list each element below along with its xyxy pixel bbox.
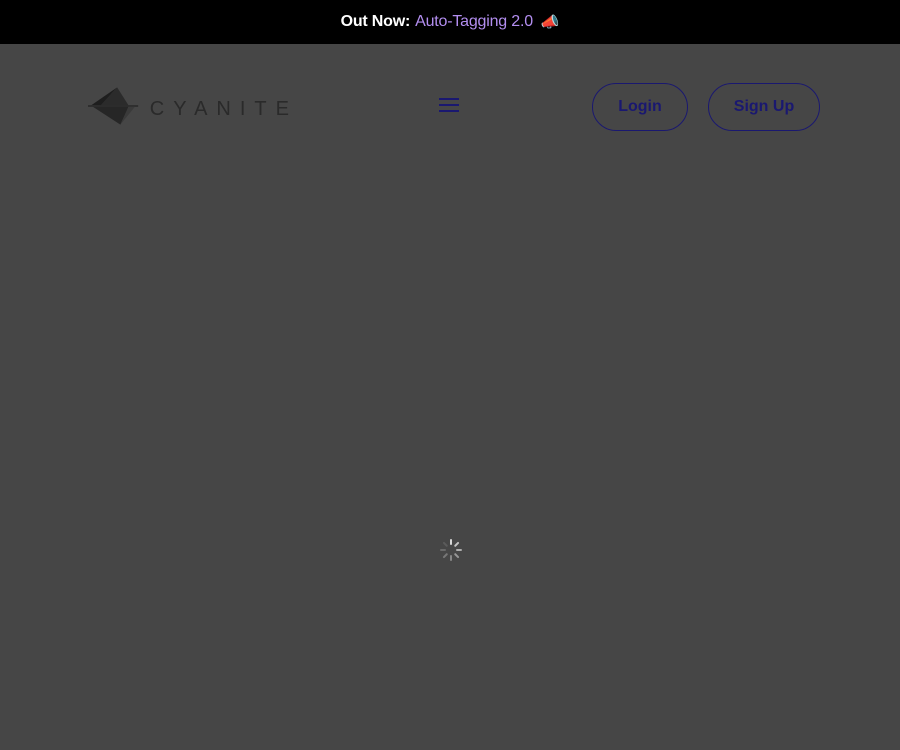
loading-spinner-icon <box>440 539 462 561</box>
hamburger-line <box>439 110 459 112</box>
announcement-lead: Out Now: <box>340 13 411 30</box>
login-button[interactable]: Login <box>592 83 688 131</box>
hamburger-menu-button[interactable] <box>439 98 461 114</box>
brand-name: CYANITE <box>149 97 298 120</box>
logo-mark-icon <box>88 87 139 125</box>
brand-logo[interactable]: CYANITE <box>88 80 298 132</box>
megaphone-icon: 📣 <box>540 14 560 31</box>
signup-button[interactable]: Sign Up <box>708 83 820 131</box>
announcement-link[interactable]: Auto-Tagging 2.0 <box>415 13 533 31</box>
announcement-bar[interactable]: Out Now: Auto-Tagging 2.0 📣 <box>0 0 900 44</box>
hamburger-line <box>439 104 459 106</box>
site-header: CYANITE Login Sign Up <box>0 44 900 164</box>
hamburger-line <box>439 98 459 100</box>
